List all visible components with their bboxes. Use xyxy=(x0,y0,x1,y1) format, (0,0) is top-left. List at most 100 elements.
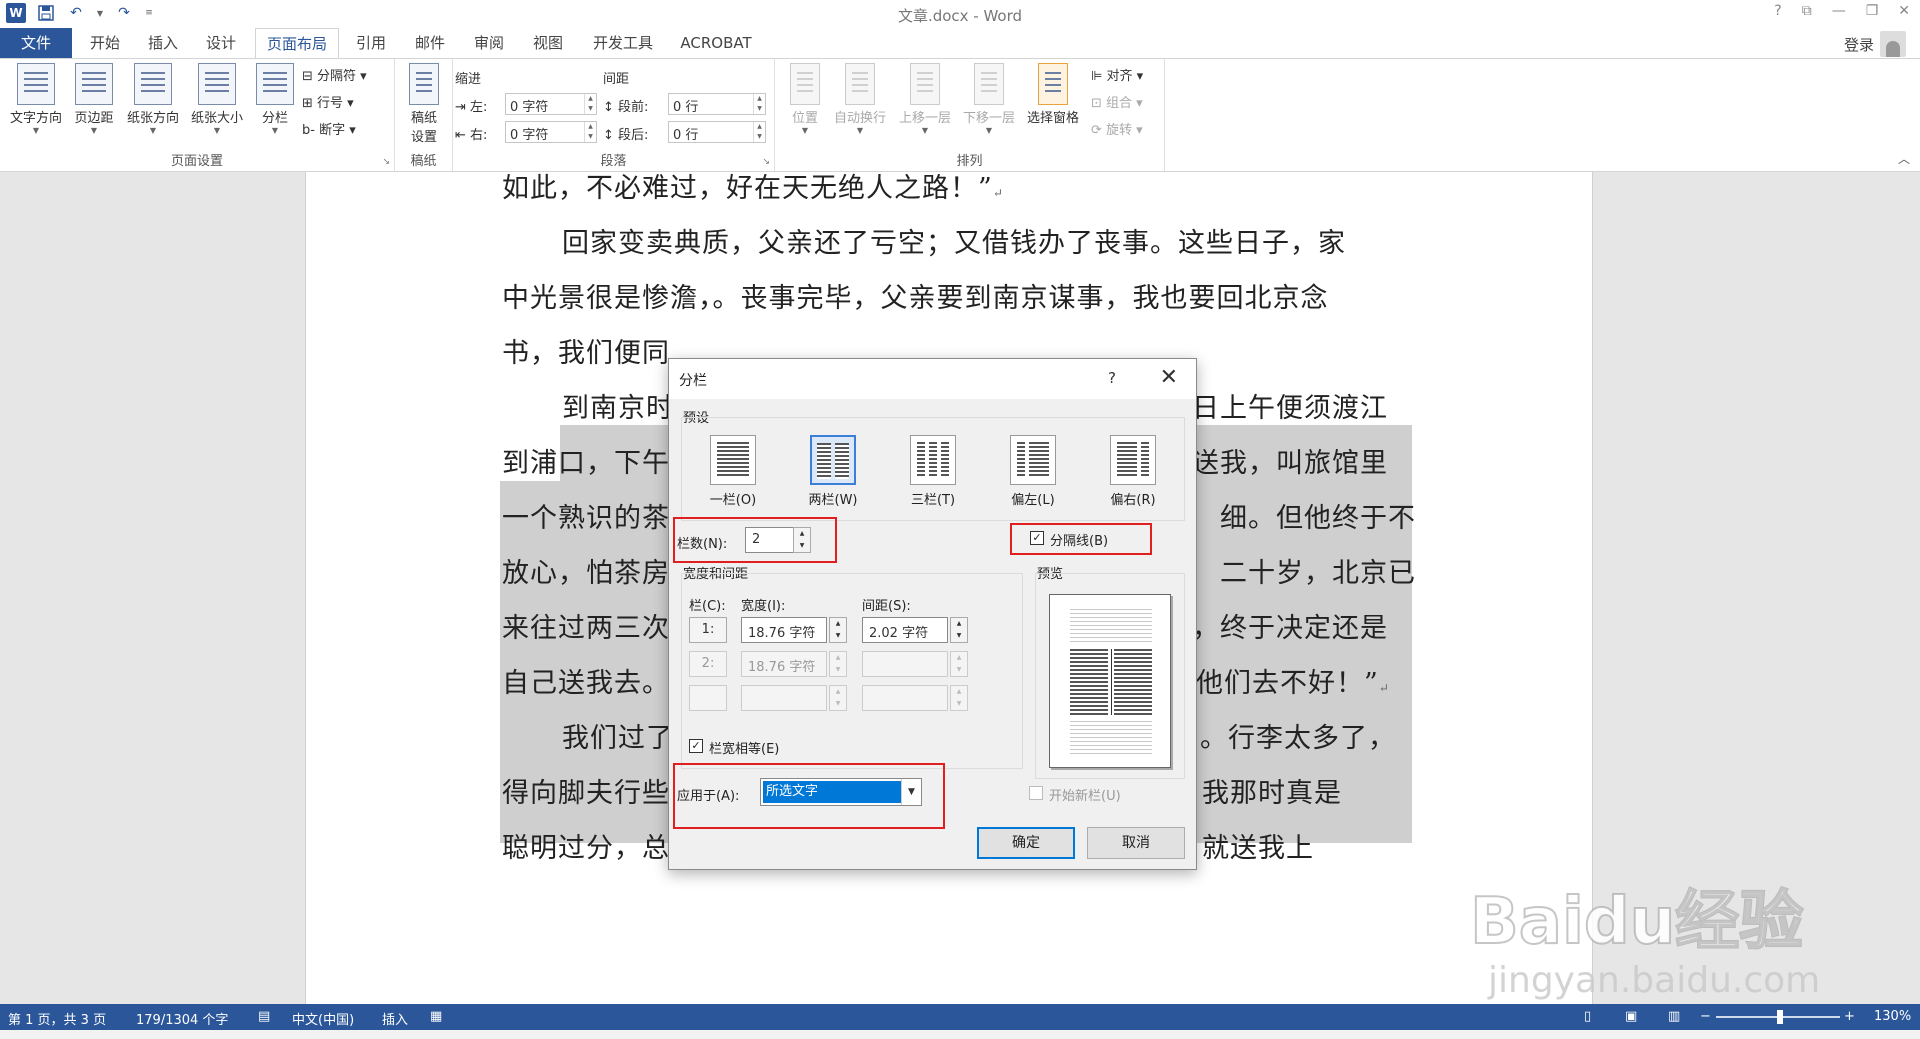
preset-three[interactable]: 三栏(T) xyxy=(885,435,981,508)
indent-left-input[interactable]: 0 字符 ▲ ▼ xyxy=(505,93,597,115)
account-area[interactable]: 登录 xyxy=(1844,31,1906,57)
rotate-button[interactable]: ⟳ 旋转 ▾ xyxy=(1091,119,1143,138)
position-button[interactable]: 位置 ▼ xyxy=(783,63,827,135)
doc-line[interactable]: 送我，叫旅馆里 xyxy=(1192,441,1388,480)
doc-line[interactable]: 到南京时 xyxy=(562,386,674,425)
column-width-2-input[interactable]: 18.76 字符 xyxy=(741,651,827,677)
doc-line[interactable]: 细。但他终于不 xyxy=(1220,496,1416,535)
insert-mode[interactable]: 插入 xyxy=(382,1009,408,1028)
spacing-after-input[interactable]: 0 行 ▲ ▼ xyxy=(668,121,766,143)
column-width-2-spinner[interactable]: ▲ ▼ xyxy=(829,651,847,677)
column-width-1-input[interactable]: 18.76 字符 xyxy=(741,617,827,643)
line-numbers-button[interactable]: ⊞ 行号 ▾ xyxy=(302,92,354,111)
preset-one[interactable]: 一栏(O) xyxy=(685,435,781,508)
avatar[interactable] xyxy=(1880,31,1906,57)
proofing-icon[interactable]: ▤ xyxy=(258,1009,270,1024)
customize-qat-icon[interactable]: ≡ xyxy=(144,3,154,23)
tab-review[interactable]: 审阅 xyxy=(468,28,510,58)
columns-button[interactable]: 分栏 ▼ xyxy=(252,63,298,135)
tab-mailings[interactable]: 邮件 xyxy=(409,28,451,58)
column-width-3-input[interactable] xyxy=(741,685,827,711)
doc-line[interactable]: 。行李太多了， xyxy=(1200,716,1396,755)
doc-line[interactable]: 如此，不必难过，好在天无绝人之路！”↵ xyxy=(502,172,1004,205)
page-setup-launcher-icon[interactable]: ↘ xyxy=(382,157,390,167)
read-mode-icon[interactable]: ▯ xyxy=(1584,1009,1591,1024)
doc-line[interactable]: 日上午便须渡江 xyxy=(1192,386,1388,425)
doc-line[interactable]: 一个熟识的茶 xyxy=(502,496,670,535)
column-width-3-spinner[interactable]: ▲ ▼ xyxy=(829,685,847,711)
bring-forward-button[interactable]: 上移一层 ▼ xyxy=(893,63,957,135)
text-direction-button[interactable]: 文字方向 ▼ xyxy=(4,63,68,135)
preset-right[interactable]: 偏右(R) xyxy=(1085,435,1181,508)
doc-line[interactable]: 回家变卖典质，父亲还了亏空；又借钱办了丧事。这些日子，家 xyxy=(562,221,1346,260)
column-spacing-1-input[interactable]: 2.02 字符 xyxy=(862,617,948,643)
send-backward-button[interactable]: 下移一层 ▼ xyxy=(957,63,1021,135)
doc-line[interactable]: 我们过了 xyxy=(562,716,674,755)
wrap-text-button[interactable]: 自动换行 ▼ xyxy=(827,63,893,135)
restore-button[interactable]: ❐ xyxy=(1866,3,1879,19)
zoom-in-button[interactable]: + xyxy=(1844,1009,1855,1024)
align-button[interactable]: ⊫ 对齐 ▾ xyxy=(1091,65,1143,84)
tab-references[interactable]: 引用 xyxy=(350,28,392,58)
orientation-button[interactable]: 纸张方向 ▼ xyxy=(120,63,186,135)
breaks-button[interactable]: ⊟ 分隔符 ▾ xyxy=(302,65,367,84)
spacing-before-input[interactable]: 0 行 ▲ ▼ xyxy=(668,93,766,115)
column-spacing-2-spinner[interactable]: ▲ ▼ xyxy=(950,651,968,677)
language-indicator[interactable]: 中文(中国) xyxy=(292,1009,354,1028)
doc-line[interactable]: 他们去不好！”↵ xyxy=(1196,661,1390,700)
column-spacing-3-input[interactable] xyxy=(862,685,948,711)
tab-file[interactable]: 文件 xyxy=(0,28,72,58)
paragraph-launcher-icon[interactable]: ↘ xyxy=(762,157,770,167)
column-spacing-3-spinner[interactable]: ▲ ▼ xyxy=(950,685,968,711)
column-spacing-1-spinner[interactable]: ▲ ▼ xyxy=(950,617,968,643)
help-button[interactable]: ? xyxy=(1774,3,1781,19)
tab-developer[interactable]: 开发工具 xyxy=(585,28,661,58)
doc-line[interactable]: 自己送我去。 xyxy=(502,661,670,700)
macro-record-icon[interactable]: ▦ xyxy=(430,1009,442,1024)
doc-line[interactable]: 二十岁，北京已 xyxy=(1220,551,1416,590)
close-button[interactable]: ✕ xyxy=(1898,3,1910,19)
save-icon[interactable] xyxy=(36,3,56,23)
margins-button[interactable]: 页边距 ▼ xyxy=(68,63,120,135)
start-new-column-checkbox[interactable] xyxy=(1029,786,1043,800)
ok-button[interactable]: 确定 xyxy=(977,827,1075,859)
dialog-help-button[interactable]: ? xyxy=(1108,369,1116,387)
tab-acrobat[interactable]: ACROBAT xyxy=(676,28,756,58)
redo-icon[interactable]: ↷ xyxy=(114,3,134,23)
login-link[interactable]: 登录 xyxy=(1844,34,1874,55)
equal-width-checkbox[interactable]: ✓ xyxy=(689,739,703,753)
collapse-ribbon-icon[interactable]: ︿ xyxy=(1898,150,1910,167)
web-layout-icon[interactable]: ▥ xyxy=(1668,1009,1680,1024)
selection-pane-button[interactable]: 选择窗格 xyxy=(1021,63,1085,126)
zoom-out-button[interactable]: − xyxy=(1700,1009,1711,1024)
tab-home[interactable]: 开始 xyxy=(84,28,126,58)
undo-dropdown-icon[interactable]: ▼ xyxy=(96,3,104,23)
cancel-button[interactable]: 取消 xyxy=(1087,827,1185,859)
preset-two[interactable]: 两栏(W) xyxy=(785,435,881,508)
doc-line[interactable]: 放心，怕茶房 xyxy=(502,551,670,590)
draft-paper-button[interactable]: 稿纸 设置 xyxy=(401,63,447,145)
zoom-slider-thumb[interactable] xyxy=(1777,1010,1784,1024)
tab-page-layout[interactable]: 页面布局 xyxy=(255,28,339,59)
preset-left[interactable]: 偏左(L) xyxy=(985,435,1081,508)
word-count[interactable]: 179/1304 个字 xyxy=(136,1009,228,1028)
page-count[interactable]: 第 1 页，共 3 页 xyxy=(8,1009,106,1028)
tab-insert[interactable]: 插入 xyxy=(142,28,184,58)
tab-design[interactable]: 设计 xyxy=(200,28,242,58)
minimize-button[interactable]: — xyxy=(1832,3,1846,19)
size-button[interactable]: 纸张大小 ▼ xyxy=(184,63,250,135)
undo-icon[interactable]: ↶ xyxy=(66,3,86,23)
doc-line[interactable]: 书，我们便同 xyxy=(502,331,670,370)
doc-line[interactable]: ，终于决定还是 xyxy=(1192,606,1388,645)
indent-right-input[interactable]: 0 字符 ▲ ▼ xyxy=(505,121,597,143)
doc-line[interactable]: 中光景很是惨澹，。丧事完毕，父亲要到南京谋事，我也要回北京念 xyxy=(502,276,1329,315)
ribbon-display-options-button[interactable]: ⧉ xyxy=(1802,3,1812,19)
column-width-1-spinner[interactable]: ▲ ▼ xyxy=(829,617,847,643)
zoom-level[interactable]: 130% xyxy=(1874,1009,1911,1024)
group-button[interactable]: ⊡ 组合 ▾ xyxy=(1091,92,1143,111)
dialog-close-button[interactable]: ✕ xyxy=(1160,365,1178,390)
tab-view[interactable]: 视图 xyxy=(527,28,569,58)
hyphenation-button[interactable]: b‐ 断字 ▾ xyxy=(302,119,356,138)
word-app-icon[interactable]: W xyxy=(6,3,26,23)
print-layout-icon[interactable]: ▣ xyxy=(1625,1009,1637,1024)
